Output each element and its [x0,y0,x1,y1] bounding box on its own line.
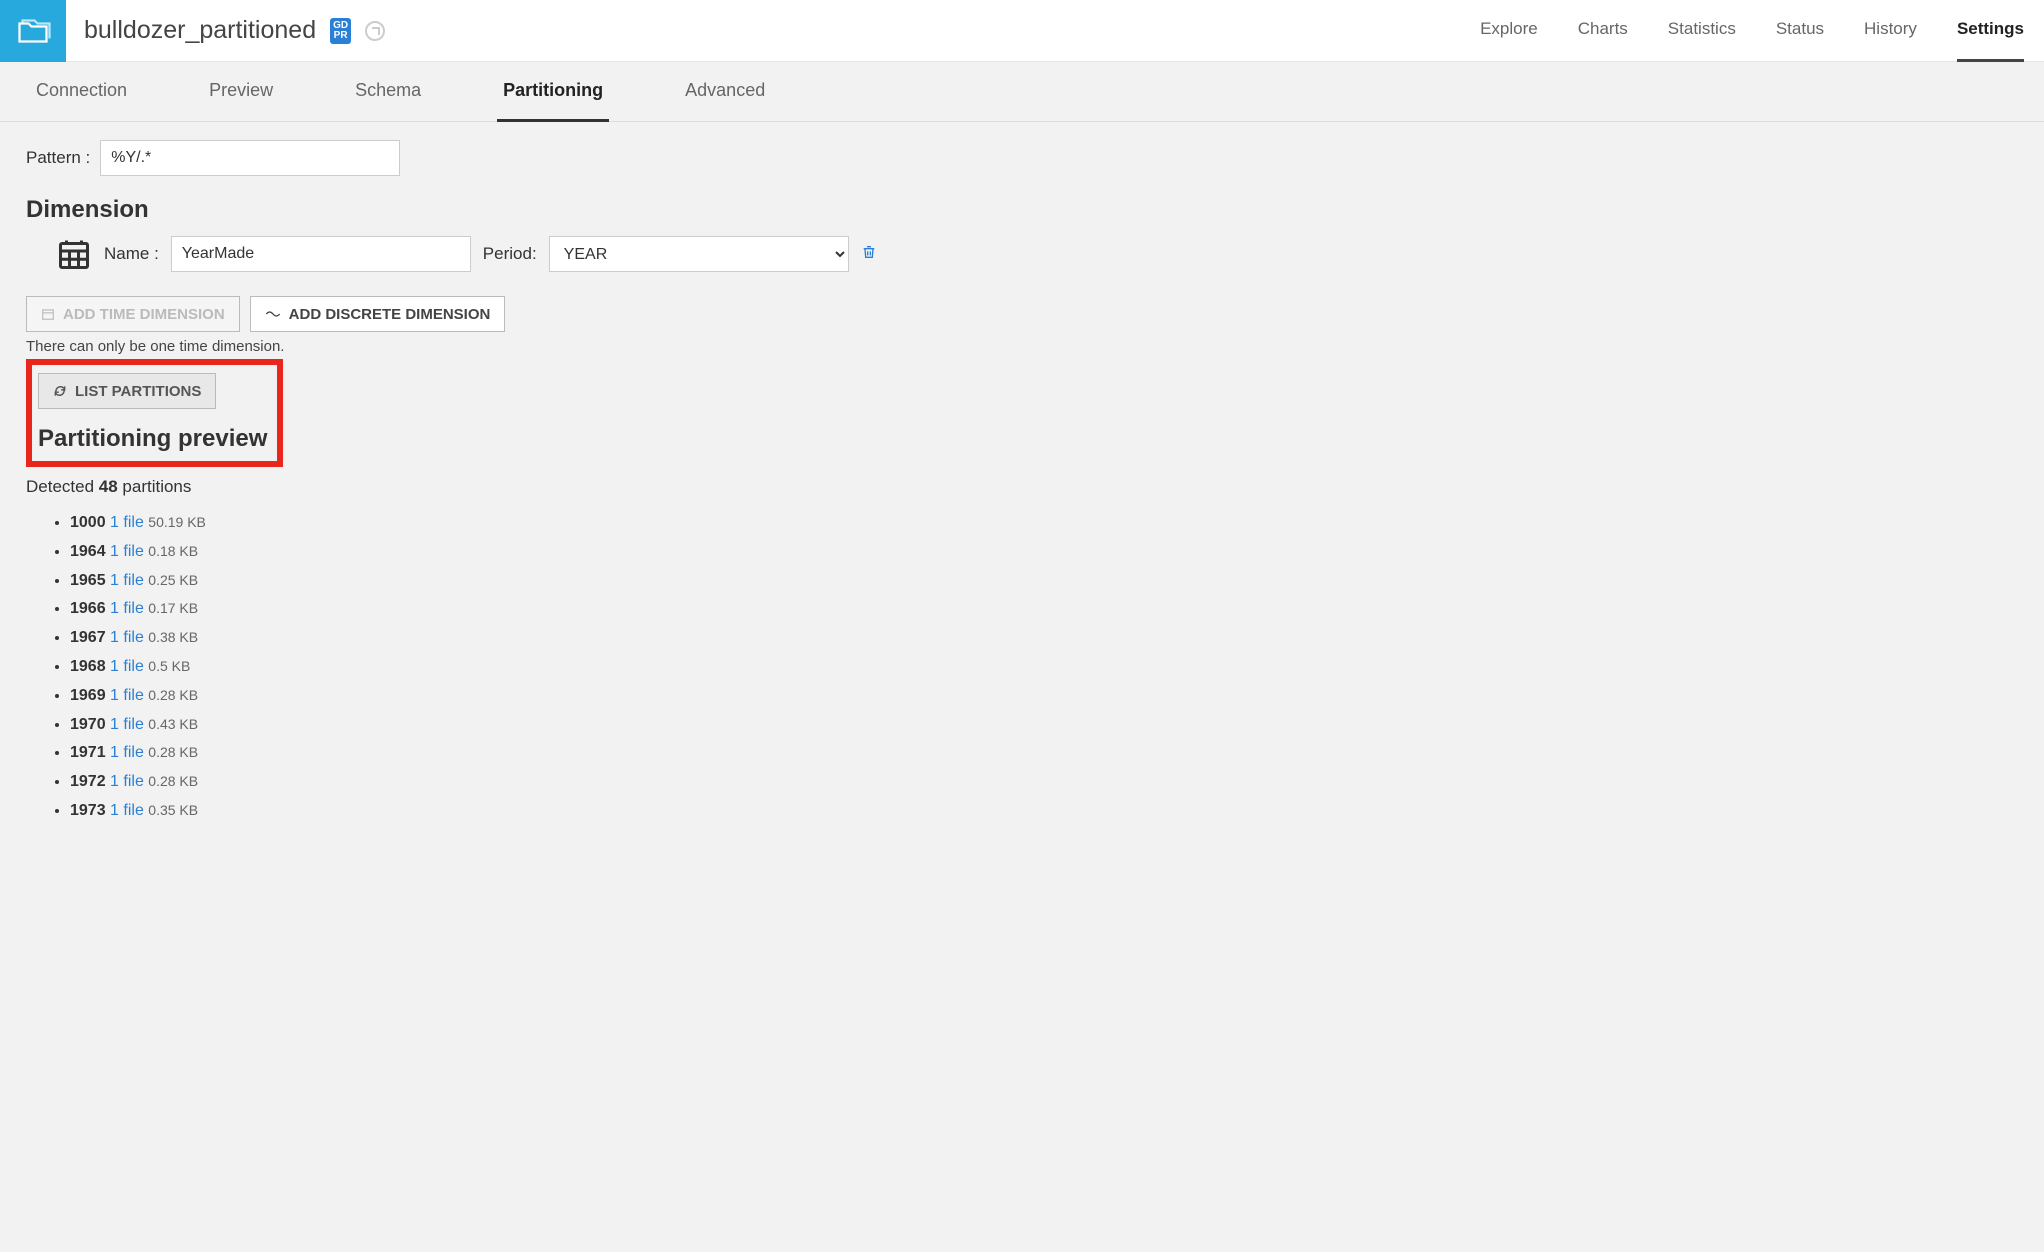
partition-item: 1973 1 file 0.35 KB [70,797,2018,826]
partition-name: 1967 [70,629,106,646]
nav-statistics[interactable]: Statistics [1668,0,1736,62]
dimension-period-select[interactable]: YEAR [549,236,849,272]
dimension-heading: Dimension [26,196,2018,224]
nav-settings[interactable]: Settings [1957,0,2024,62]
partition-item: 1967 1 file 0.38 KB [70,624,2018,653]
subtab-preview[interactable]: Preview [203,62,279,122]
top-bar: bulldozer_partitioned GD PR Explore Chart… [0,0,2044,62]
nav-history[interactable]: History [1864,0,1917,62]
partition-item: 1969 1 file 0.28 KB [70,682,2018,711]
refresh-status-icon[interactable] [365,21,385,41]
discrete-icon [265,308,281,320]
partition-item: 1968 1 file 0.5 KB [70,653,2018,682]
partition-files-link[interactable]: 1 file [110,514,144,531]
dataset-title: bulldozer_partitioned [84,16,316,45]
subtab-advanced[interactable]: Advanced [679,62,771,122]
partition-size: 0.28 KB [148,687,198,703]
detected-count: Detected 48 partitions [26,477,2018,497]
partition-size: 0.35 KB [148,802,198,818]
dimension-name-label: Name : [104,244,159,264]
partition-size: 0.18 KB [148,543,198,559]
add-discrete-dimension-button[interactable]: ADD DISCRETE DIMENSION [250,296,506,332]
calendar-icon [56,236,92,272]
partitions-list: 1000 1 file 50.19 KB1964 1 file 0.18 KB1… [26,509,2018,826]
partition-name: 1965 [70,572,106,589]
pattern-input[interactable] [100,140,400,176]
calendar-small-icon [41,307,55,321]
partition-name: 1964 [70,543,106,560]
partition-files-link[interactable]: 1 file [110,716,144,733]
partition-item: 1971 1 file 0.28 KB [70,739,2018,768]
partition-item: 1965 1 file 0.25 KB [70,567,2018,596]
partition-size: 0.5 KB [148,658,190,674]
partition-files-link[interactable]: 1 file [110,572,144,589]
partition-name: 1969 [70,687,106,704]
dimension-period-label: Period: [483,244,537,264]
partition-item: 1000 1 file 50.19 KB [70,509,2018,538]
nav-charts[interactable]: Charts [1578,0,1628,62]
settings-subtabs: Connection Preview Schema Partitioning Advan… [0,62,2044,122]
nav-status[interactable]: Status [1776,0,1824,62]
subtab-connection[interactable]: Connection [30,62,133,122]
partition-size: 0.17 KB [148,600,198,616]
partition-size: 0.28 KB [148,744,198,760]
partition-name: 1973 [70,802,106,819]
pattern-row: Pattern : [26,140,2018,176]
partition-name: 1971 [70,744,106,761]
partition-item: 1970 1 file 0.43 KB [70,711,2018,740]
delete-dimension-icon[interactable] [861,244,877,265]
add-time-dimension-button: ADD TIME DIMENSION [26,296,240,332]
partition-item: 1966 1 file 0.17 KB [70,595,2018,624]
subtab-partitioning[interactable]: Partitioning [497,62,609,122]
partition-item: 1972 1 file 0.28 KB [70,768,2018,797]
top-nav: Explore Charts Statistics Status History Sett… [1480,0,2044,62]
time-dimension-hint: There can only be one time dimension. [26,338,2018,355]
list-partitions-button[interactable]: LIST PARTITIONS [38,373,216,409]
folder-icon [15,13,51,49]
subtab-schema[interactable]: Schema [349,62,427,122]
partition-size: 0.38 KB [148,629,198,645]
nav-explore[interactable]: Explore [1480,0,1538,62]
partitioning-preview-heading: Partitioning preview [38,425,267,453]
partition-files-link[interactable]: 1 file [110,687,144,704]
refresh-icon [53,384,67,398]
dataset-icon-tile[interactable] [0,0,66,62]
partitioning-content: Pattern : Dimension Name : Period: YEAR [0,122,2044,844]
dimension-row: Name : Period: YEAR [56,236,2018,272]
dimension-name-input[interactable] [171,236,471,272]
partition-files-link[interactable]: 1 file [110,543,144,560]
partition-files-link[interactable]: 1 file [110,629,144,646]
partition-name: 1972 [70,773,106,790]
gdpr-badge[interactable]: GD PR [330,18,351,44]
dimension-buttons: ADD TIME DIMENSION ADD DISCRETE DIMENSIO… [26,296,2018,332]
partition-name: 1970 [70,716,106,733]
partition-size: 0.25 KB [148,572,198,588]
partition-files-link[interactable]: 1 file [110,744,144,761]
partition-files-link[interactable]: 1 file [110,658,144,675]
highlight-box: LIST PARTITIONS Partitioning preview [26,359,283,467]
partition-name: 1966 [70,600,106,617]
pattern-label: Pattern : [26,148,90,168]
partition-files-link[interactable]: 1 file [110,773,144,790]
title-area: bulldozer_partitioned GD PR [66,16,1480,45]
partition-size: 0.28 KB [148,773,198,789]
partition-name: 1000 [70,514,106,531]
partition-size: 50.19 KB [148,514,206,530]
partition-files-link[interactable]: 1 file [110,802,144,819]
partition-files-link[interactable]: 1 file [110,600,144,617]
partition-name: 1968 [70,658,106,675]
partition-item: 1964 1 file 0.18 KB [70,538,2018,567]
partition-size: 0.43 KB [148,716,198,732]
